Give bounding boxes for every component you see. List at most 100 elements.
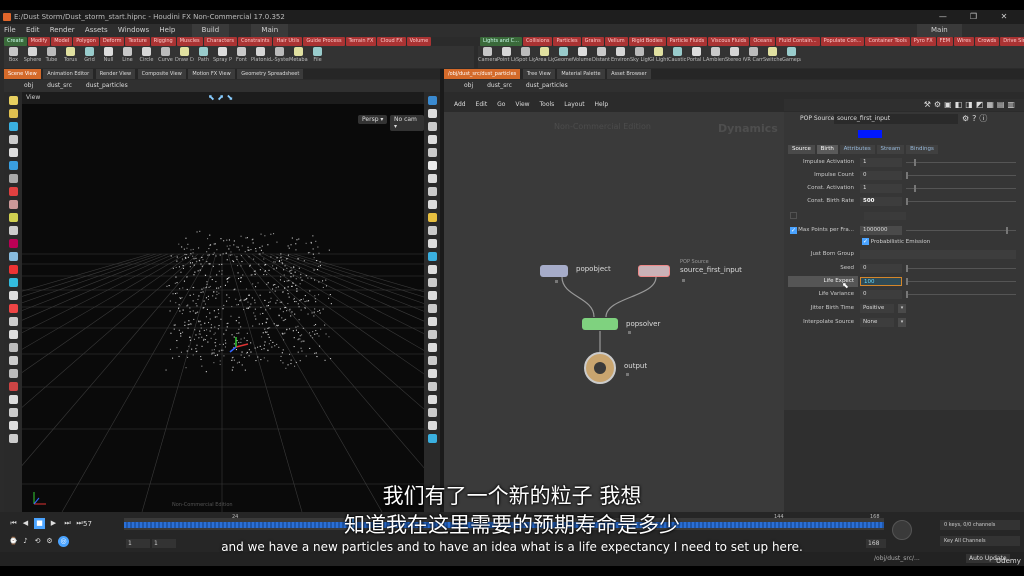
display-tool-icon-22[interactable] — [427, 369, 437, 378]
seed-field[interactable]: 0 — [860, 264, 902, 273]
display-tool-icon-10[interactable] — [427, 213, 437, 222]
left-tool-icon-22[interactable] — [8, 369, 18, 378]
param-node-name-field[interactable]: source_first_input — [834, 114, 958, 124]
display-tool-icon-4[interactable] — [427, 135, 437, 144]
net-path-obj[interactable]: obj — [464, 80, 473, 92]
net-menu-layout[interactable]: Layout — [564, 99, 584, 111]
life-variance-field[interactable]: 0 — [860, 290, 902, 299]
shelf-tab-characters[interactable]: Characters — [203, 37, 237, 46]
close-button[interactable]: ✕ — [990, 10, 1018, 24]
main-desktop-select[interactable]: Main — [251, 24, 289, 37]
tab-attributes[interactable]: Attributes — [839, 145, 875, 154]
left-tool-icon-20[interactable] — [8, 343, 18, 352]
shelf-tab-hair-utils[interactable]: Hair Utils — [273, 37, 303, 46]
shelf-tab-particles[interactable]: Particles — [553, 37, 581, 46]
display-tool-icon-6[interactable] — [427, 161, 437, 170]
shelf-tool-volume-light[interactable]: Volume Light — [573, 46, 592, 63]
display-tool-icon-9[interactable] — [427, 200, 437, 209]
shelf-tab-constraints[interactable]: Constraints — [237, 37, 273, 46]
popobject-node[interactable] — [540, 265, 568, 277]
shelf-tool-platonic-solids[interactable]: Platonic Solids — [251, 46, 270, 63]
net-menu-help[interactable]: Help — [595, 99, 609, 111]
tool-icons[interactable]: ⚒⚙▣◧◨◩▦▤▥ — [924, 100, 1018, 109]
shelf-tool-gi-light[interactable]: GI Light — [649, 46, 668, 63]
shelf-tool-distant-light[interactable]: Distant Light — [592, 46, 611, 63]
shelf-tool-file[interactable]: File — [308, 46, 327, 63]
tab-geometry-spreadsheet[interactable]: Geometry Spreadsheet — [237, 69, 304, 79]
jitter-birth-time-select[interactable]: Positive — [860, 304, 894, 313]
display-tool-icon-26[interactable] — [427, 421, 437, 430]
interpolate-source-select[interactable]: None — [860, 318, 894, 327]
shelf-tool-gamepad-camera[interactable]: Gamepad Camera — [782, 46, 801, 63]
left-tool-icon-10[interactable] — [8, 213, 18, 222]
shelf-tool-area-light[interactable]: Area Light — [535, 46, 554, 63]
display-tool-icon-2[interactable] — [427, 109, 437, 118]
shelf-tab-texture[interactable]: Texture — [125, 37, 150, 46]
life-expectancy-field[interactable]: 100 — [860, 277, 902, 286]
display-tool-icon-18[interactable] — [427, 317, 437, 326]
tab-render-view[interactable]: Render View — [95, 69, 136, 79]
net-menu-view[interactable]: View — [515, 99, 529, 111]
left-tool-icon-21[interactable] — [8, 356, 18, 365]
shelf-tab-wires[interactable]: Wires — [954, 37, 974, 46]
display-tool-icon-17[interactable] — [427, 304, 437, 313]
display-tool-icon-19[interactable] — [427, 330, 437, 339]
network-canvas[interactable]: Non-Commercial Edition Dynamics popobjec… — [444, 112, 784, 512]
const-birth-rate-field[interactable]: 500 — [860, 197, 902, 206]
net-path-dust-src[interactable]: dust_src — [487, 80, 512, 92]
shelf-tab-fluid-contain-[interactable]: Fluid Contain... — [775, 37, 820, 46]
shelf-tool-torus[interactable]: Torus — [61, 46, 80, 63]
shelf-tool-stereo-camera[interactable]: Stereo Camera — [725, 46, 744, 63]
shelf-tool-ambient-light[interactable]: Ambient Light — [706, 46, 725, 63]
life-expectancy-slider[interactable] — [906, 278, 1016, 285]
left-tool-icon-7[interactable] — [8, 174, 18, 183]
handle-icons[interactable]: ⬉ ⬈ ⬊ — [208, 93, 258, 103]
path-obj[interactable]: obj — [24, 80, 33, 92]
output-node[interactable] — [584, 352, 616, 384]
net-path-dust-particles[interactable]: dust_particles — [526, 80, 568, 92]
shelf-tool-curve[interactable]: Curve — [156, 46, 175, 63]
left-tool-icon-13[interactable] — [8, 252, 18, 261]
impulse-count-field[interactable]: 0 — [860, 171, 902, 180]
tab-bindings[interactable]: Bindings — [906, 145, 938, 154]
const-activation-field[interactable]: 1 — [860, 184, 902, 193]
shelf-tab-viscous-fluids[interactable]: Viscous Fluids — [708, 37, 750, 46]
shelf-tool-grid[interactable]: Grid — [80, 46, 99, 63]
impulse-activation-slider[interactable] — [906, 159, 1016, 166]
shelf-tool-geometry-light[interactable]: Geometry Light — [554, 46, 573, 63]
impulse-count-slider[interactable] — [906, 172, 1016, 179]
tab-tree-view[interactable]: Tree View — [522, 69, 555, 79]
left-tool-icon-19[interactable] — [8, 330, 18, 339]
left-tool-icon-9[interactable] — [8, 200, 18, 209]
shelf-tab-lights-and-c-[interactable]: Lights and C... — [480, 37, 522, 46]
left-tool-icon-24[interactable] — [8, 395, 18, 404]
tab-asset-browser[interactable]: Asset Browser — [607, 69, 651, 79]
jitter-dropdown-icon[interactable]: ▾ — [898, 304, 906, 313]
shelf-tool-metaball[interactable]: Metaball — [289, 46, 308, 63]
left-tool-icon-18[interactable] — [8, 317, 18, 326]
menu-edit[interactable]: Edit — [22, 24, 44, 37]
interp-dropdown-icon[interactable]: ▾ — [898, 318, 906, 327]
path-dust-src[interactable]: dust_src — [47, 80, 72, 92]
shelf-tab-grains[interactable]: Grains — [581, 37, 604, 46]
left-tool-icon-2[interactable] — [8, 109, 18, 118]
shelf-tool-camera[interactable]: Camera — [478, 46, 497, 63]
shelf-tool-spray-paint[interactable]: Spray Paint — [213, 46, 232, 63]
const-activation-slider[interactable] — [906, 185, 1016, 192]
net-menu-go[interactable]: Go — [497, 99, 505, 111]
minimize-button[interactable]: — — [929, 10, 957, 24]
shelf-tool-switcher[interactable]: Switcher — [763, 46, 782, 63]
left-tool-icon-15[interactable] — [8, 278, 18, 287]
shelf-tool-line[interactable]: Line — [118, 46, 137, 63]
left-tool-icon-14[interactable] — [8, 265, 18, 274]
shelf-tab-model[interactable]: Model — [51, 37, 73, 46]
life-variance-slider[interactable] — [906, 291, 1016, 298]
left-tool-icon-4[interactable] — [8, 135, 18, 144]
left-tool-icon-3[interactable] — [8, 122, 18, 131]
display-tool-icon-25[interactable] — [427, 408, 437, 417]
prob-emission-checkbox[interactable]: ✓ — [862, 238, 869, 245]
maximize-button[interactable]: ❐ — [959, 10, 987, 24]
shelf-tab-container-tools[interactable]: Container Tools — [865, 37, 910, 46]
menu-assets[interactable]: Assets — [81, 24, 112, 37]
tab-stream[interactable]: Stream — [876, 145, 905, 154]
